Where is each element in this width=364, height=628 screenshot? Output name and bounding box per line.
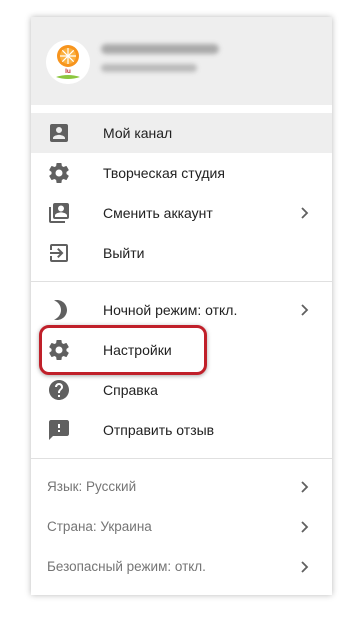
menu-item-label: Язык: Русский [47,479,137,494]
menu-item-label: Справка [103,382,158,398]
menu-item-label: Страна: Украина [47,519,152,534]
menu-item-language[interactable]: Язык: Русский [31,467,332,507]
menu-item-send-feedback[interactable]: Отправить отзыв [31,410,332,450]
moon-icon [47,298,71,322]
menu-item-label: Настройки [103,342,172,358]
gear-icon [47,161,71,185]
menu-item-settings[interactable]: Настройки [31,330,332,370]
account-menu: lu Мой канал Творческая студия Сменить а… [31,17,332,595]
menu-item-label: Отправить отзыв [103,422,215,438]
chevron-right-icon [296,302,312,318]
chevron-right-icon [296,205,312,221]
menu-item-help[interactable]: Справка [31,370,332,410]
menu-item-label: Творческая студия [103,165,225,181]
menu-item-sign-out[interactable]: Выйти [31,233,332,273]
menu-item-label: Мой канал [103,125,173,141]
menu-item-label: Ночной режим: откл. [103,302,238,318]
chevron-right-icon [296,559,312,575]
orange-logo-icon: lu [46,40,90,84]
help-icon [47,378,71,402]
chevron-right-icon [296,519,312,535]
menu-item-restricted-mode[interactable]: Безопасный режим: откл. [31,547,332,587]
menu-item-switch-account[interactable]: Сменить аккаунт [31,193,332,233]
account-header[interactable]: lu [31,17,332,105]
menu-item-label: Сменить аккаунт [103,205,213,221]
menu-item-my-channel[interactable]: Мой канал [31,113,332,153]
exit-icon [47,241,71,265]
menu-item-label: Безопасный режим: откл. [47,559,206,574]
account-name-blurred [101,44,219,54]
account-box-icon [47,121,71,145]
divider [31,281,332,282]
switch-account-icon [47,201,71,225]
svg-text:lu: lu [65,68,71,75]
menu-item-label: Выйти [103,245,145,261]
account-email-blurred [101,64,197,72]
menu-item-dark-mode[interactable]: Ночной режим: откл. [31,290,332,330]
gear-icon [47,338,71,362]
divider [31,458,332,459]
menu-item-creator-studio[interactable]: Творческая студия [31,153,332,193]
avatar: lu [46,40,90,84]
menu-item-country[interactable]: Страна: Украина [31,507,332,547]
chevron-right-icon [296,479,312,495]
feedback-icon [47,418,71,442]
